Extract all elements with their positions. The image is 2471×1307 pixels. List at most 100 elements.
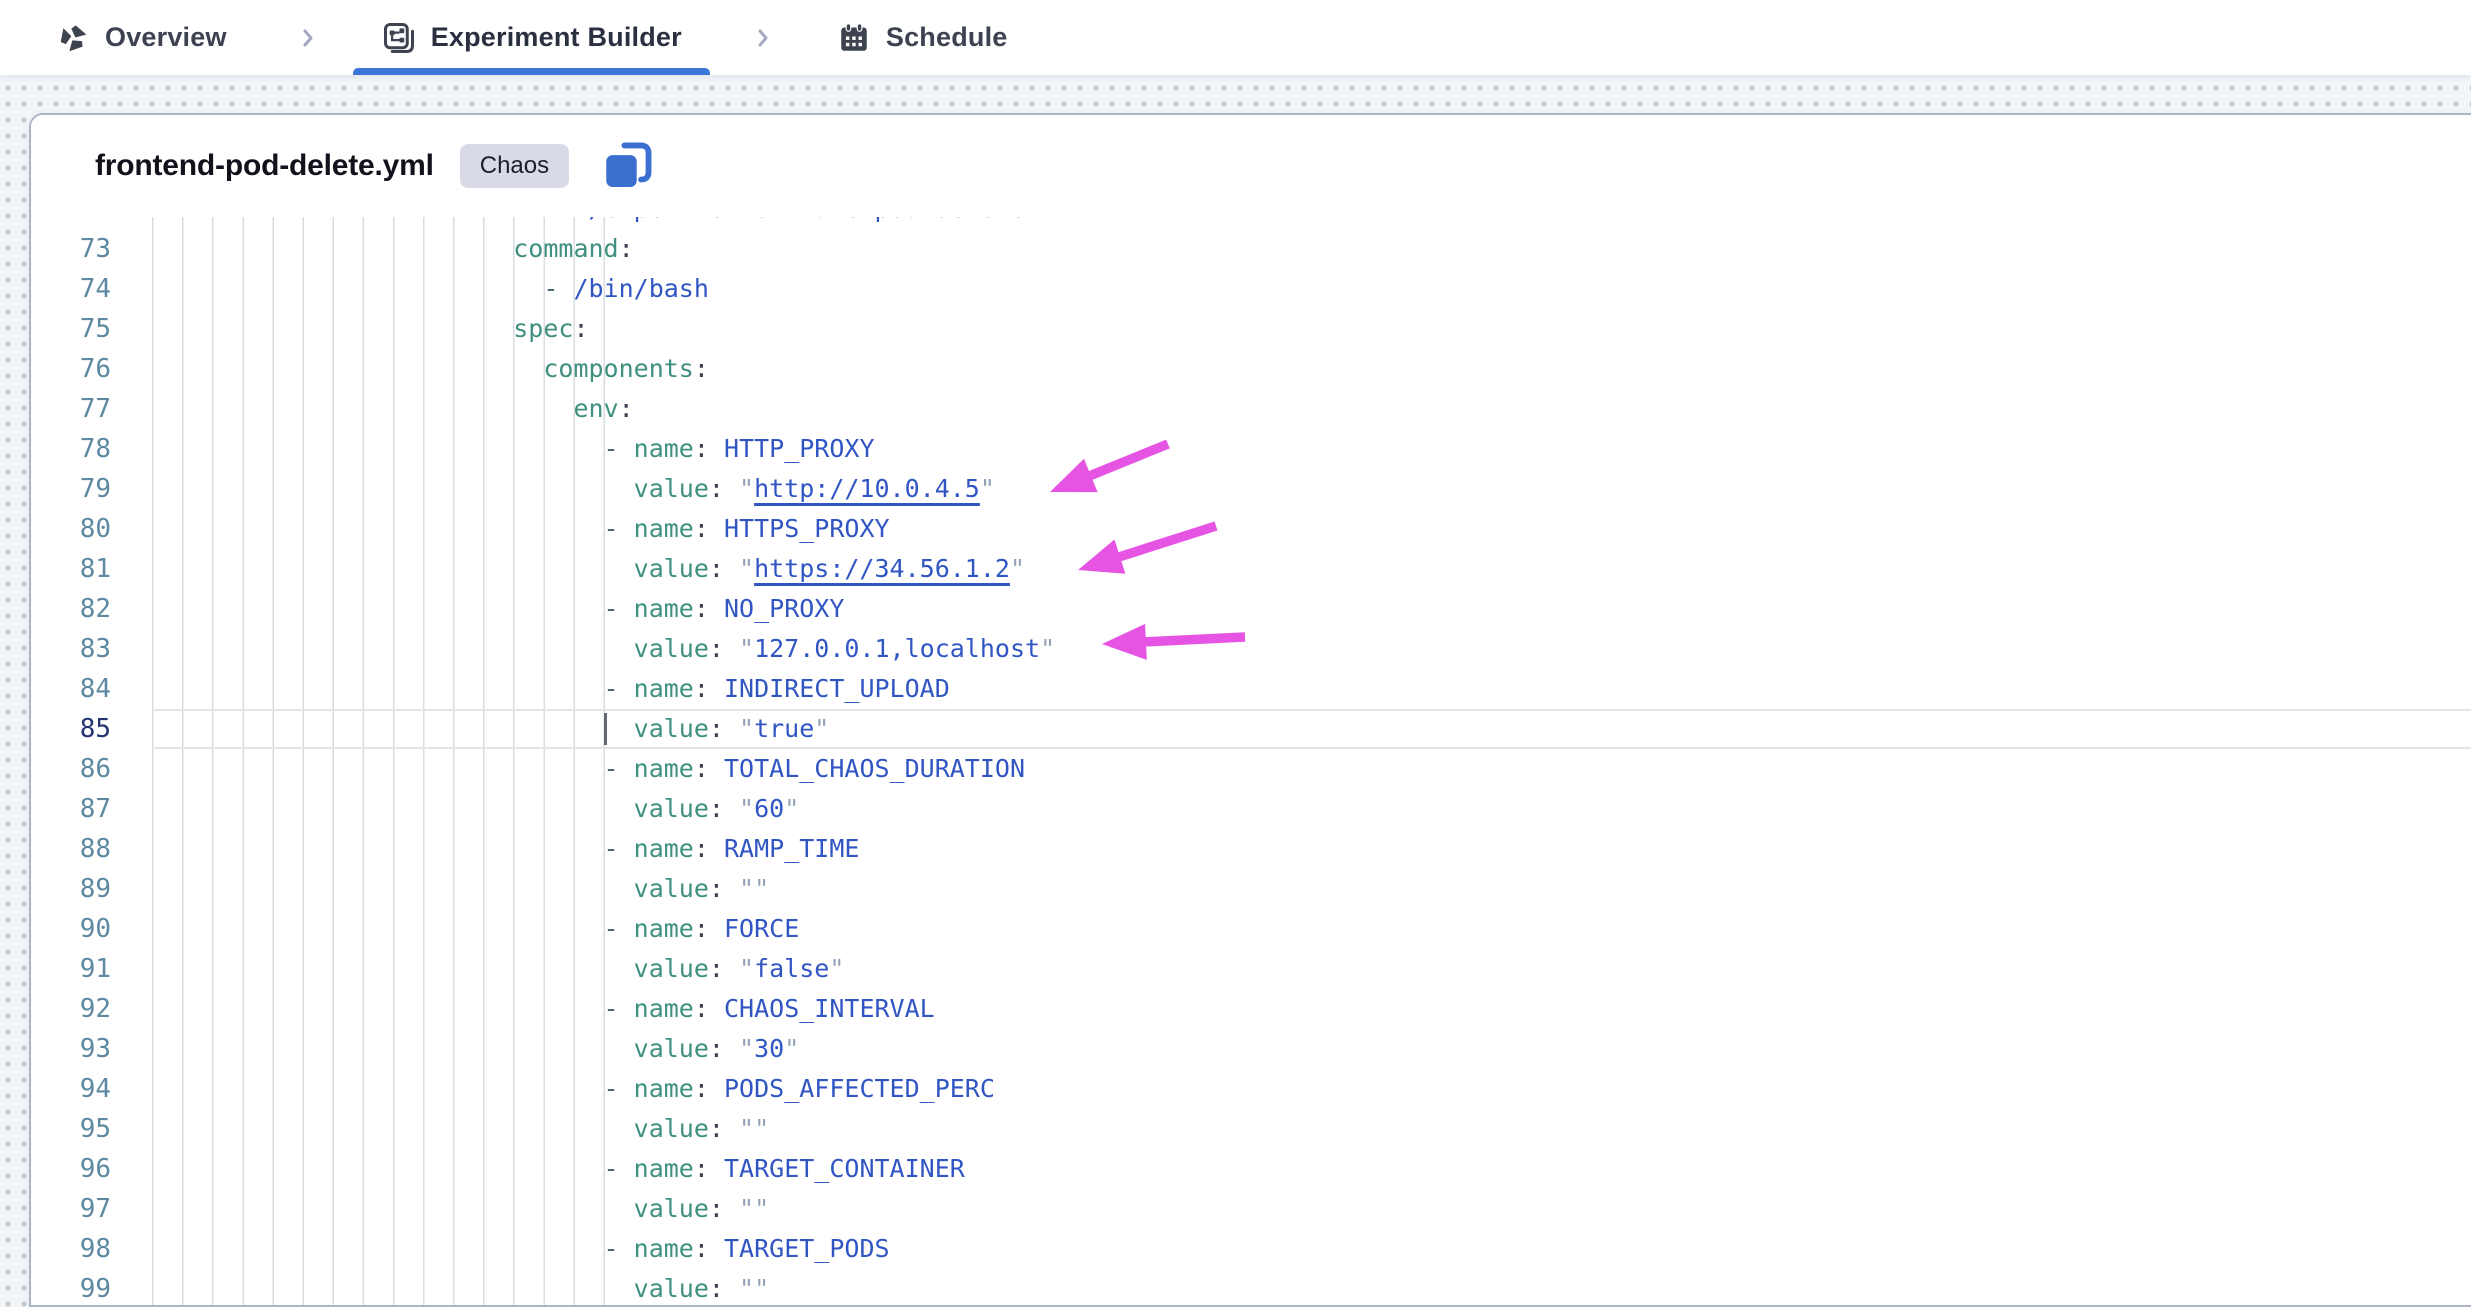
code-line-88[interactable]: 88 - name: RAMP_TIME <box>31 829 2471 869</box>
code-content: env: <box>152 389 2471 429</box>
code-content: value: "false" <box>152 949 2471 989</box>
line-number: 96 <box>31 1149 111 1189</box>
code-line-93[interactable]: 93 value: "30" <box>31 1029 2471 1069</box>
line-number: 93 <box>31 1029 111 1069</box>
code-line-75[interactable]: 75 spec: <box>31 309 2471 349</box>
line-number: 78 <box>31 429 111 469</box>
tab-overview[interactable]: Overview <box>55 0 227 75</box>
code-line-77[interactable]: 77 env: <box>31 389 2471 429</box>
line-number: 79 <box>31 469 111 509</box>
line-number: 80 <box>31 509 111 549</box>
line-number: 81 <box>31 549 111 589</box>
yaml-editor[interactable]: 72 - ./experiments -name pod-delete73 co… <box>31 217 2471 1305</box>
code-line-81[interactable]: 81 value: "https://34.56.1.2" <box>31 549 2471 589</box>
code-line-82[interactable]: 82 - name: NO_PROXY <box>31 589 2471 629</box>
tab-overview-label: Overview <box>105 22 227 53</box>
chevron-right-icon <box>297 27 319 49</box>
tab-experiment-builder[interactable]: Experiment Builder <box>381 0 682 75</box>
tab-schedule-label: Schedule <box>886 22 1008 53</box>
code-content: - name: TOTAL_CHAOS_DURATION <box>152 749 2471 789</box>
code-line-91[interactable]: 91 value: "false" <box>31 949 2471 989</box>
code-line-78[interactable]: 78 - name: HTTP_PROXY <box>31 429 2471 469</box>
code-content: - name: NO_PROXY <box>152 589 2471 629</box>
code-line-90[interactable]: 90 - name: FORCE <box>31 909 2471 949</box>
code-content: - name: INDIRECT_UPLOAD <box>152 669 2471 709</box>
line-number: 76 <box>31 349 111 389</box>
code-content: value: "127.0.0.1,localhost" <box>152 629 2471 669</box>
code-line-85[interactable]: 85 value: "true" <box>31 709 2471 749</box>
code-content: - name: HTTP_PROXY <box>152 429 2471 469</box>
yaml-editor-card: frontend-pod-delete.yml Chaos 72 - ./exp… <box>29 113 2471 1307</box>
line-number: 91 <box>31 949 111 989</box>
code-line-73[interactable]: 73 command: <box>31 229 2471 269</box>
line-number: 95 <box>31 1109 111 1149</box>
code-line-92[interactable]: 92 - name: CHAOS_INTERVAL <box>31 989 2471 1029</box>
experiment-builder-icon <box>381 20 417 56</box>
code-content: value: "https://34.56.1.2" <box>152 549 2471 589</box>
code-line-87[interactable]: 87 value: "60" <box>31 789 2471 829</box>
code-content: - name: TARGET_CONTAINER <box>152 1149 2471 1189</box>
code-line-97[interactable]: 97 value: "" <box>31 1189 2471 1229</box>
line-number: 85 <box>31 709 111 749</box>
editor-header: frontend-pod-delete.yml Chaos <box>31 115 2471 218</box>
code-line-98[interactable]: 98 - name: TARGET_PODS <box>31 1229 2471 1269</box>
code-content: value: "60" <box>152 789 2471 829</box>
code-line-74[interactable]: 74 - /bin/bash <box>31 269 2471 309</box>
file-title: frontend-pod-delete.yml <box>95 149 434 183</box>
line-number: 99 <box>31 1269 111 1305</box>
code-content: value: "" <box>152 1109 2471 1149</box>
text-cursor <box>604 713 607 745</box>
code-content: value: "" <box>152 1189 2471 1229</box>
line-number: 97 <box>31 1189 111 1229</box>
code-content: components: <box>152 349 2471 389</box>
line-number: 86 <box>31 749 111 789</box>
line-number: 89 <box>31 869 111 909</box>
line-number: 90 <box>31 909 111 949</box>
code-line-95[interactable]: 95 value: "" <box>31 1109 2471 1149</box>
line-number: 73 <box>31 229 111 269</box>
line-number: 84 <box>31 669 111 709</box>
code-lines: 72 - ./experiments -name pod-delete73 co… <box>31 217 2471 1305</box>
code-content: - name: FORCE <box>152 909 2471 949</box>
code-content: value: "true" <box>152 709 2471 749</box>
code-line-96[interactable]: 96 - name: TARGET_CONTAINER <box>31 1149 2471 1189</box>
line-number: 94 <box>31 1069 111 1109</box>
code-line-80[interactable]: 80 - name: HTTPS_PROXY <box>31 509 2471 549</box>
code-content: value: "http://10.0.4.5" <box>152 469 2471 509</box>
line-number: 87 <box>31 789 111 829</box>
code-line-99[interactable]: 99 value: "" <box>31 1269 2471 1305</box>
line-number: 88 <box>31 829 111 869</box>
code-content: command: <box>152 229 2471 269</box>
code-line-89[interactable]: 89 value: "" <box>31 869 2471 909</box>
code-content: value: "30" <box>152 1029 2471 1069</box>
code-line-76[interactable]: 76 components: <box>31 349 2471 389</box>
copy-button[interactable] <box>599 137 657 195</box>
copy-icon <box>599 137 657 195</box>
code-line-94[interactable]: 94 - name: PODS_AFFECTED_PERC <box>31 1069 2471 1109</box>
line-number: 98 <box>31 1229 111 1269</box>
line-number: 92 <box>31 989 111 1029</box>
tab-experiment-builder-label: Experiment Builder <box>431 22 682 53</box>
line-number: 72 <box>31 217 111 229</box>
code-content: - ./experiments -name pod-delete <box>152 217 2471 229</box>
tab-schedule[interactable]: Schedule <box>836 0 1008 75</box>
code-line-84[interactable]: 84 - name: INDIRECT_UPLOAD <box>31 669 2471 709</box>
code-line-72[interactable]: 72 - ./experiments -name pod-delete <box>31 217 2471 229</box>
code-content: - name: PODS_AFFECTED_PERC <box>152 1069 2471 1109</box>
code-line-83[interactable]: 83 value: "127.0.0.1,localhost" <box>31 629 2471 669</box>
line-number: 77 <box>31 389 111 429</box>
code-content: - name: HTTPS_PROXY <box>152 509 2471 549</box>
code-line-79[interactable]: 79 value: "http://10.0.4.5" <box>31 469 2471 509</box>
file-type-badge: Chaos <box>460 144 569 189</box>
overview-chaos-icon <box>55 20 91 56</box>
code-content: - /bin/bash <box>152 269 2471 309</box>
chevron-right-icon <box>752 27 774 49</box>
line-number: 75 <box>31 309 111 349</box>
calendar-icon <box>836 20 872 56</box>
code-content: - name: CHAOS_INTERVAL <box>152 989 2471 1029</box>
studio-tab-bar: Overview Experiment Builder Schedule <box>0 0 2471 76</box>
line-number: 74 <box>31 269 111 309</box>
code-content: - name: TARGET_PODS <box>152 1229 2471 1269</box>
code-line-86[interactable]: 86 - name: TOTAL_CHAOS_DURATION <box>31 749 2471 789</box>
code-content: value: "" <box>152 869 2471 909</box>
